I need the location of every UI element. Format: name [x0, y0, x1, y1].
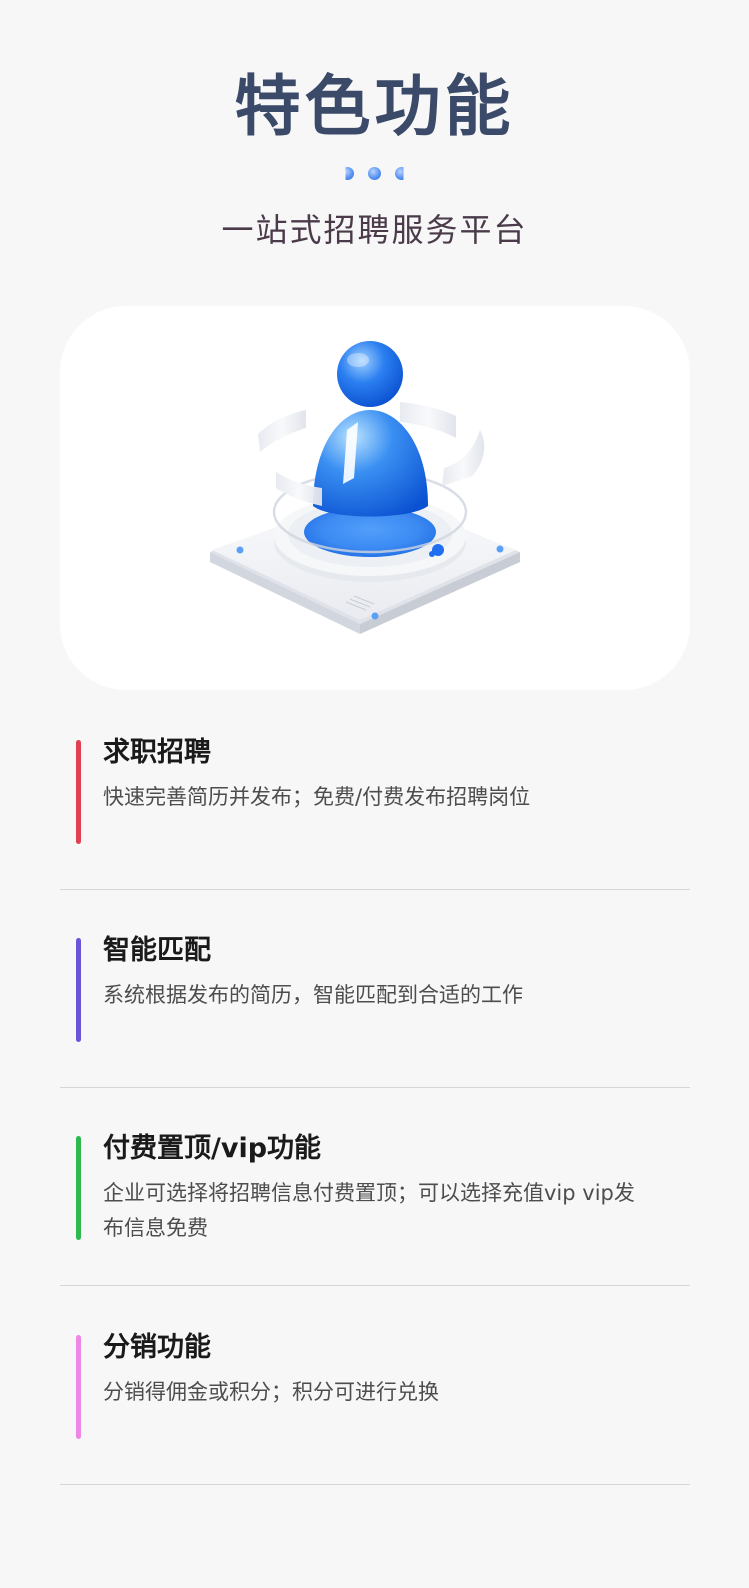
features-page: 特色功能 一站式招聘服务平台 求职招聘 快速完善简历并发布；免费/付费发布招聘岗…: [0, 0, 749, 1588]
dot-icon: [368, 167, 381, 180]
feature-item-distribution: 分销功能 分销得佣金或积分；积分可进行兑换: [60, 1285, 690, 1485]
feature-item-paid-top-vip: 付费置顶/vip功能 企业可选择将招聘信息付费置顶；可以选择充值vip vip发…: [60, 1086, 690, 1286]
feature-title: 求职招聘: [103, 737, 211, 768]
feature-item-smart-matching: 智能匹配 系统根据发布的简历，智能匹配到合适的工作: [60, 888, 690, 1088]
accent-bar: [76, 1335, 81, 1439]
page-subtitle: 一站式招聘服务平台: [221, 211, 528, 249]
feature-description: 快速完善简历并发布；免费/付费发布招聘岗位: [103, 785, 531, 809]
accent-bar: [76, 1136, 81, 1240]
dot-icon: [395, 167, 404, 180]
user-profile-3d-icon: [210, 341, 520, 634]
hero-illustration-card: [60, 306, 690, 690]
feature-description: 系统根据发布的简历，智能匹配到合适的工作: [103, 983, 523, 1007]
page-title: 特色功能: [234, 68, 515, 145]
feature-description: 企业可选择将招聘信息付费置顶；可以选择充值vip vip发布信息免费: [103, 1181, 635, 1240]
accent-bar: [76, 740, 81, 844]
accent-bar: [76, 938, 81, 1042]
dot-icon: [345, 167, 354, 180]
title-decoration-dots: [0, 167, 749, 180]
feature-title: 分销功能: [103, 1332, 211, 1363]
feature-item-job-recruitment: 求职招聘 快速完善简历并发布；免费/付费发布招聘岗位: [60, 690, 690, 890]
feature-title: 智能匹配: [103, 935, 211, 966]
feature-title: 付费置顶/vip功能: [103, 1133, 322, 1164]
feature-description: 分销得佣金或积分；积分可进行兑换: [103, 1380, 439, 1404]
